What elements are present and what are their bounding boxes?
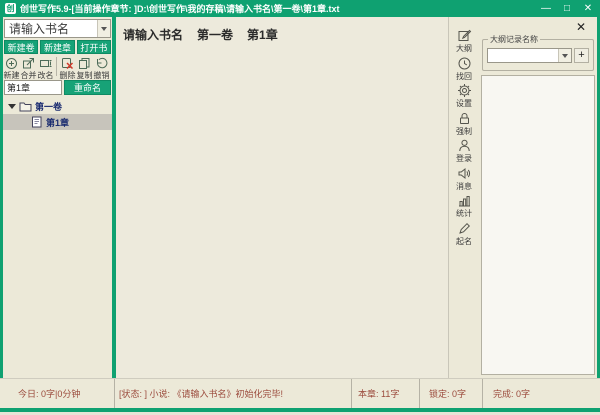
sidebar-tool-row: 新建 合并 改名 xyxy=(3,56,112,79)
delete-button[interactable]: 删除 xyxy=(59,56,76,81)
document-icon xyxy=(31,116,43,128)
app-logo-icon: 创 xyxy=(5,3,16,14)
copy-button[interactable]: 复制 xyxy=(76,56,93,81)
new-chapter-button[interactable]: 新建章 xyxy=(40,40,74,54)
tree-item-volume[interactable]: 第一卷 xyxy=(3,98,112,114)
editor-chapter-title: 第1章 xyxy=(247,26,278,43)
undo-icon xyxy=(95,57,108,70)
book-name-dropdown-button[interactable] xyxy=(97,20,110,37)
editor-area[interactable]: 请输入书名 第一卷 第1章 xyxy=(116,17,448,378)
panel-close-icon[interactable]: ✕ xyxy=(576,20,586,34)
messages-button[interactable]: 消息 xyxy=(449,166,479,194)
speaker-icon xyxy=(457,166,472,181)
user-icon xyxy=(457,138,472,153)
rename-row: 重命名 xyxy=(4,80,111,95)
window-title: 创世写作5.9-[当前操作章节: ]D:\创世写作\我的存稿\请输入书名\第一卷… xyxy=(20,2,340,15)
chevron-down-icon xyxy=(562,54,568,58)
editor-volume-title: 第一卷 xyxy=(197,26,233,43)
statusbar: 今日: 0字|0分钟 [状态: ] 小说: 《请输入书名》初始化完毕! 本章: … xyxy=(0,378,600,408)
naming-button[interactable]: 起名 xyxy=(449,221,479,249)
status-chapter-words: 本章: 11字 xyxy=(352,379,420,408)
minimize-icon[interactable]: — xyxy=(540,0,552,17)
toolbar-separator xyxy=(56,57,57,76)
statistics-button[interactable]: 统计 xyxy=(449,193,479,221)
pen-icon xyxy=(457,221,472,236)
app-window: 创 创世写作5.9-[当前操作章节: ]D:\创世写作\我的存稿\请输入书名\第… xyxy=(0,0,600,415)
status-message: [状态: ] 小说: 《请输入书名》初始化完毕! xyxy=(115,379,352,408)
undo-button[interactable]: 撤销 xyxy=(93,56,110,81)
outline-record-list[interactable] xyxy=(481,75,595,375)
status-today-words: 今日: 0字|0分钟 xyxy=(0,379,115,408)
rename-item-button[interactable]: 改名 xyxy=(37,56,54,81)
bar-chart-icon xyxy=(457,193,472,208)
merge-button[interactable]: 合并 xyxy=(20,56,37,81)
editor-book-title: 请输入书名 xyxy=(123,26,183,43)
open-book-button[interactable]: 打开书 xyxy=(77,40,111,54)
outline-panel: ✕ 大纲记录名称 + xyxy=(479,17,597,378)
settings-button[interactable]: 设置 xyxy=(449,83,479,111)
recover-button[interactable]: 找回 xyxy=(449,56,479,84)
rename-icon xyxy=(39,57,52,70)
status-completed-words: 完成: 0字 xyxy=(483,379,600,408)
toolbar-item-label: 起名 xyxy=(456,236,472,247)
book-name-value: 请输入书名 xyxy=(5,20,97,37)
toolbar-item-label: 设置 xyxy=(456,98,472,109)
tree-expander-icon[interactable] xyxy=(8,104,16,109)
book-tree: 第一卷 第1章 xyxy=(3,98,112,130)
sidebar-action-buttons: 新建卷 新建章 打开书 xyxy=(4,40,111,54)
close-icon[interactable]: ✕ xyxy=(582,0,594,17)
add-outline-record-button[interactable]: + xyxy=(574,48,589,63)
outline-record-groupbox: 大纲记录名称 + xyxy=(482,39,594,71)
outline-icon xyxy=(457,28,472,43)
toolbar-item-label: 强制 xyxy=(456,126,472,137)
folder-icon xyxy=(19,101,32,112)
toolbar-item-label: 统计 xyxy=(456,208,472,219)
right-toolbar: 大纲 找回 设置 强制 xyxy=(449,17,479,378)
groupbox-label: 大纲记录名称 xyxy=(488,34,540,45)
toolbar-item-label: 消息 xyxy=(456,181,472,192)
outline-record-dropdown-button[interactable] xyxy=(558,49,571,62)
outline-button[interactable]: 大纲 xyxy=(449,28,479,56)
new-icon xyxy=(5,57,18,70)
outline-record-combobox[interactable] xyxy=(487,48,572,63)
merge-icon xyxy=(22,57,35,70)
chapter-name-input[interactable] xyxy=(4,80,62,95)
login-button[interactable]: 登录 xyxy=(449,138,479,166)
lock-icon xyxy=(457,111,472,126)
force-lock-button[interactable]: 强制 xyxy=(449,111,479,139)
toolbar-item-label: 找回 xyxy=(456,71,472,82)
status-locked-words: 锁定: 0字 xyxy=(420,379,483,408)
editor-header: 请输入书名 第一卷 第1章 xyxy=(116,17,448,43)
new-item-button[interactable]: 新建 xyxy=(3,56,20,81)
toolbar-item-label: 大纲 xyxy=(456,43,472,54)
book-name-combobox[interactable]: 请输入书名 xyxy=(4,19,111,38)
tree-item-chapter-selected[interactable]: 第1章 xyxy=(3,114,112,130)
copy-icon xyxy=(78,57,91,70)
titlebar: 创 创世写作5.9-[当前操作章节: ]D:\创世写作\我的存稿\请输入书名\第… xyxy=(0,0,600,17)
sidebar: 请输入书名 新建卷 新建章 打开书 新建 xyxy=(3,17,112,378)
window-controls: — □ ✕ xyxy=(540,0,594,17)
settings-gear-icon xyxy=(457,83,472,98)
tree-item-label: 第一卷 xyxy=(35,100,62,113)
recover-icon xyxy=(457,56,472,71)
tree-item-label: 第1章 xyxy=(46,116,69,129)
new-volume-button[interactable]: 新建卷 xyxy=(4,40,38,54)
rename-button[interactable]: 重命名 xyxy=(64,80,111,95)
maximize-icon[interactable]: □ xyxy=(561,0,573,17)
toolbar-item-label: 登录 xyxy=(456,153,472,164)
chevron-down-icon xyxy=(101,27,107,31)
delete-icon xyxy=(61,57,74,70)
